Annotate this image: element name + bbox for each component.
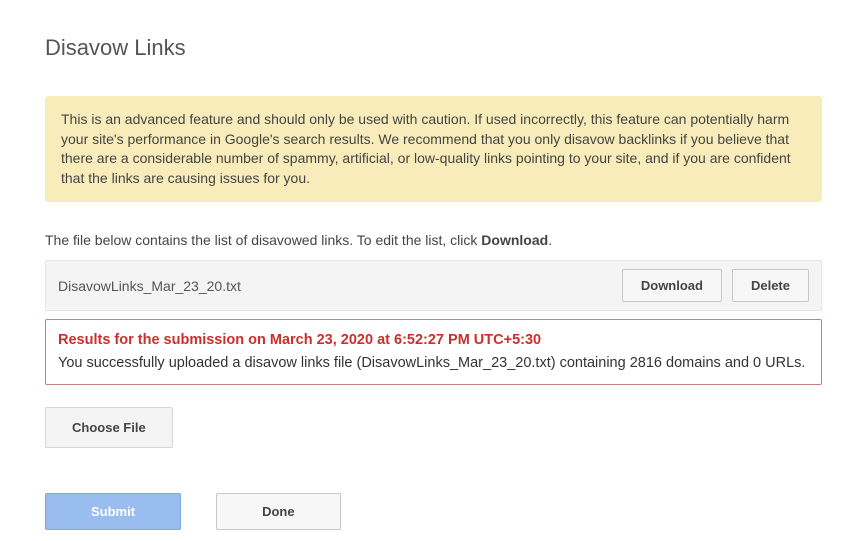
instruction-prefix: The file below contains the list of disa… [45, 232, 481, 248]
result-title: Results for the submission on March 23, … [58, 330, 809, 351]
instruction-suffix: . [548, 232, 552, 248]
delete-button[interactable]: Delete [732, 269, 809, 302]
result-box: Results for the submission on March 23, … [45, 319, 822, 385]
instruction-text: The file below contains the list of disa… [45, 232, 822, 248]
choose-file-button[interactable]: Choose File [45, 407, 173, 448]
submit-button[interactable]: Submit [45, 493, 181, 530]
file-name: DisavowLinks_Mar_23_20.txt [58, 278, 612, 294]
bottom-actions: Submit Done [45, 493, 822, 530]
result-body: You successfully uploaded a disavow link… [58, 353, 809, 374]
instruction-action: Download [481, 232, 548, 248]
page-title: Disavow Links [45, 35, 822, 61]
done-button[interactable]: Done [216, 493, 341, 530]
file-row: DisavowLinks_Mar_23_20.txt Download Dele… [45, 260, 822, 311]
warning-banner: This is an advanced feature and should o… [45, 96, 822, 202]
download-button[interactable]: Download [622, 269, 722, 302]
